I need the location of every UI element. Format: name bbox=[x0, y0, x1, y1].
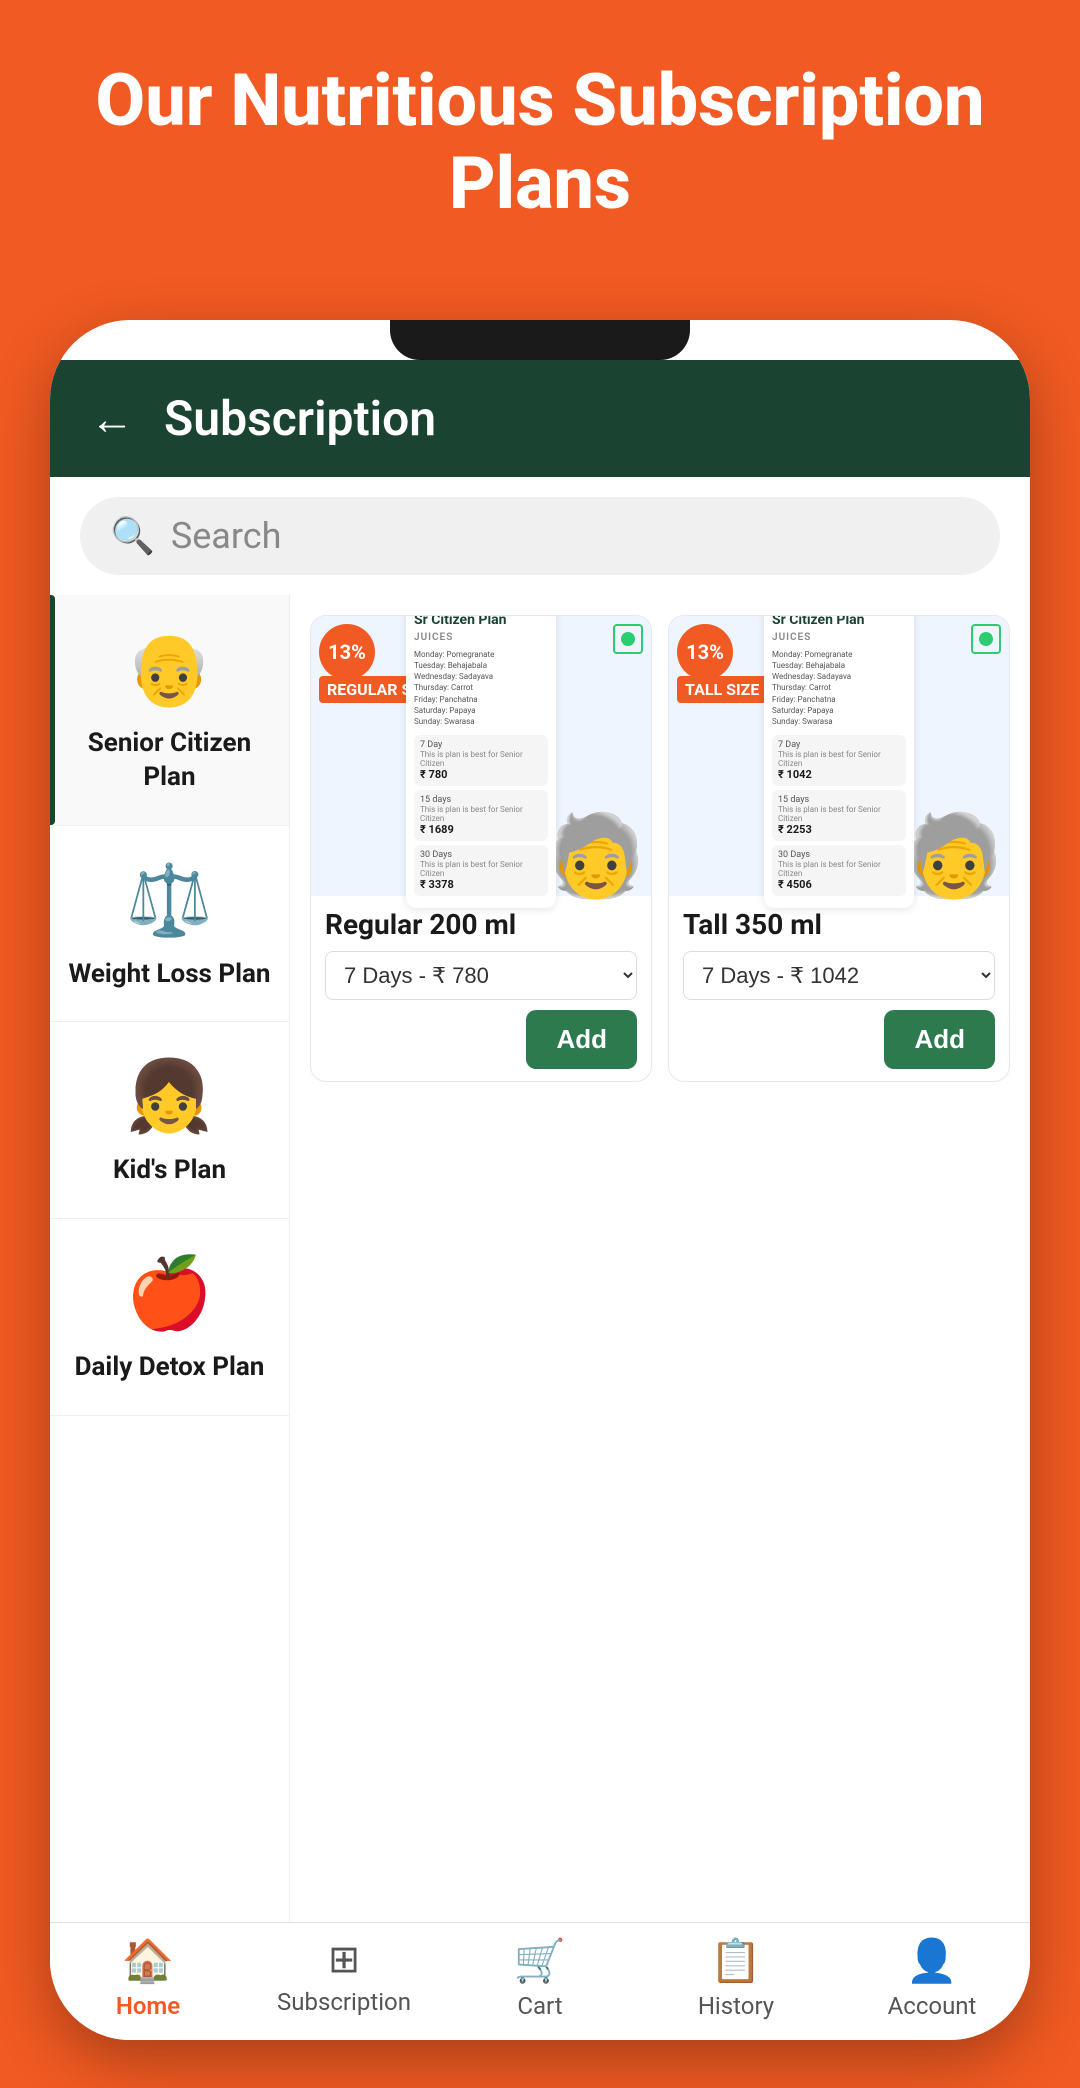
veg-icon-tall bbox=[971, 624, 1001, 654]
nav-item-history[interactable]: 📋 History bbox=[638, 1937, 834, 2020]
products-area: 13% ReGULAR SIZE Sr Citizen Plan JUICES … bbox=[290, 595, 1030, 1922]
sidebar-label-weightloss: Weight Loss Plan bbox=[69, 958, 271, 992]
veg-icon-regular bbox=[613, 624, 643, 654]
add-button-regular[interactable]: Add bbox=[526, 1010, 637, 1069]
sidebar: 👴 Senior Citizen Plan ⚖️ Weight Loss Pla… bbox=[50, 595, 290, 1922]
sidebar-item-senior[interactable]: 👴 Senior Citizen Plan bbox=[50, 595, 289, 826]
product-image-tall: 13% TALL SIZE Sr Citizen Plan JUICES Mon… bbox=[669, 616, 1009, 896]
nav-item-cart[interactable]: 🛒 Cart bbox=[442, 1937, 638, 2020]
senior-character-regular: 🧓 bbox=[546, 816, 646, 896]
nav-item-account[interactable]: 👤 Account bbox=[834, 1937, 1030, 2020]
detox-icon: 🍎 bbox=[125, 1249, 215, 1339]
sidebar-item-weightloss[interactable]: ⚖️ Weight Loss Plan bbox=[50, 826, 289, 1023]
phone-notch bbox=[390, 320, 690, 360]
cart-icon: 🛒 bbox=[514, 1937, 566, 1986]
nav-label-history: History bbox=[698, 1992, 774, 2020]
plan-image-mock-regular: Sr Citizen Plan JUICES Monday: Pomegrana… bbox=[406, 615, 556, 908]
sidebar-label-senior: Senior Citizen Plan bbox=[65, 727, 274, 795]
product-image-regular: 13% ReGULAR SIZE Sr Citizen Plan JUICES … bbox=[311, 616, 651, 896]
subscription-icon: ⊞ bbox=[328, 1937, 360, 1982]
app-container: ← Subscription 🔍 Search 👴 Senior Citizen… bbox=[50, 360, 1030, 2040]
sidebar-item-detox[interactable]: 🍎 Daily Detox Plan bbox=[50, 1219, 289, 1416]
back-button[interactable]: ← bbox=[90, 393, 134, 445]
product-card-regular: 13% ReGULAR SIZE Sr Citizen Plan JUICES … bbox=[310, 615, 652, 1082]
header-section: Our Nutritious Subscription Plans bbox=[0, 0, 1080, 266]
nav-label-subscription: Subscription bbox=[277, 1988, 411, 2016]
kids-icon: 👧 bbox=[125, 1052, 215, 1142]
product-info-regular: Regular 200 ml 7 Days - ₹ 780 15 Days - … bbox=[311, 896, 651, 1081]
main-content: 👴 Senior Citizen Plan ⚖️ Weight Loss Pla… bbox=[50, 595, 1030, 1922]
product-card-tall: 13% TALL SIZE Sr Citizen Plan JUICES Mon… bbox=[668, 615, 1010, 1082]
product-title-tall: Tall 350 ml bbox=[683, 908, 995, 941]
search-container: 🔍 Search bbox=[50, 477, 1030, 595]
top-bar: ← Subscription bbox=[50, 360, 1030, 477]
weightloss-icon: ⚖️ bbox=[125, 856, 215, 946]
add-button-tall[interactable]: Add bbox=[884, 1010, 995, 1069]
search-bar[interactable]: 🔍 Search bbox=[80, 497, 1000, 575]
senior-icon: 👴 bbox=[125, 625, 215, 715]
product-title-regular: Regular 200 ml bbox=[325, 908, 637, 941]
sidebar-label-detox: Daily Detox Plan bbox=[75, 1351, 265, 1385]
nav-item-subscription[interactable]: ⊞ Subscription bbox=[246, 1937, 442, 2020]
product-select-tall[interactable]: 7 Days - ₹ 1042 15 Days - ₹ 2253 30 Days… bbox=[683, 951, 995, 1000]
discount-badge-tall: 13% bbox=[677, 624, 733, 680]
screen-title: Subscription bbox=[164, 390, 436, 447]
phone-mockup: ← Subscription 🔍 Search 👴 Senior Citizen… bbox=[50, 320, 1030, 2040]
search-icon: 🔍 bbox=[110, 515, 155, 557]
active-indicator bbox=[50, 595, 55, 825]
home-icon: 🏠 bbox=[122, 1937, 174, 1986]
sidebar-item-kids[interactable]: 👧 Kid's Plan bbox=[50, 1022, 289, 1219]
search-input[interactable]: Search bbox=[171, 515, 282, 557]
page-title: Our Nutritious Subscription Plans bbox=[40, 60, 1040, 226]
account-icon: 👤 bbox=[906, 1937, 958, 1986]
history-icon: 📋 bbox=[710, 1937, 762, 1986]
nav-label-account: Account bbox=[888, 1992, 977, 2020]
product-select-regular[interactable]: 7 Days - ₹ 780 15 Days - ₹ 1689 30 Days … bbox=[325, 951, 637, 1000]
discount-badge-regular: 13% bbox=[319, 624, 375, 680]
nav-label-cart: Cart bbox=[517, 1992, 562, 2020]
nav-label-home: Home bbox=[116, 1992, 180, 2020]
product-info-tall: Tall 350 ml 7 Days - ₹ 1042 15 Days - ₹ … bbox=[669, 896, 1009, 1081]
bottom-nav: 🏠 Home ⊞ Subscription 🛒 Cart 📋 History 👤… bbox=[50, 1922, 1030, 2040]
size-badge-tall: TALL SIZE bbox=[677, 676, 767, 703]
senior-character-tall: 🧓 bbox=[904, 816, 1004, 896]
nav-item-home[interactable]: 🏠 Home bbox=[50, 1937, 246, 2020]
sidebar-label-kids: Kid's Plan bbox=[113, 1154, 226, 1188]
plan-image-mock-tall: Sr Citizen Plan JUICES Monday: Pomegrana… bbox=[764, 615, 914, 908]
